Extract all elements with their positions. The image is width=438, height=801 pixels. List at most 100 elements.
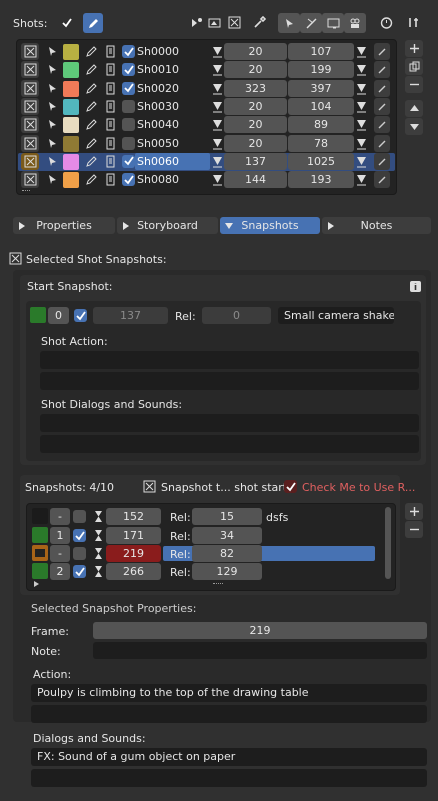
shot-name[interactable]: Sh0000	[137, 46, 207, 57]
storyboard-icon[interactable]	[101, 80, 119, 97]
camera-marker-swatch[interactable]	[32, 545, 48, 561]
shot-row[interactable]: Sh0050 20 78	[18, 134, 395, 153]
storyboard-icon[interactable]	[101, 135, 119, 152]
shot-color-swatch[interactable]	[63, 117, 79, 134]
remove-shot-button[interactable]	[405, 76, 423, 93]
info-icon[interactable]	[406, 278, 424, 295]
shot-end-field[interactable]: 397	[288, 79, 354, 97]
shot-enabled-checkbox[interactable]	[122, 118, 135, 132]
storyboard-icon[interactable]	[101, 43, 119, 60]
storyboard-icon[interactable]	[101, 171, 119, 188]
camera-icon[interactable]	[21, 134, 39, 152]
start-rel-field[interactable]: 0	[202, 307, 271, 324]
shot-start-field[interactable]: 20	[224, 61, 287, 79]
tools-icon[interactable]	[404, 14, 422, 31]
storyboard-icon[interactable]	[101, 98, 119, 115]
move-down-button[interactable]	[405, 118, 423, 135]
check-me-checkbox[interactable]	[284, 480, 297, 493]
video-camera-icon[interactable]	[344, 13, 366, 33]
cursor-icon[interactable]	[43, 153, 61, 170]
camera-icon[interactable]	[21, 116, 39, 134]
action-field[interactable]: Poulpy is climbing to the top of the dra…	[31, 684, 427, 702]
pencil-icon[interactable]	[82, 135, 100, 152]
shot-end-field[interactable]: 78	[288, 134, 354, 152]
snapshot-row[interactable]: 1 171 Rel: 34	[28, 527, 383, 545]
shot-end-field[interactable]: 193	[288, 171, 354, 189]
edit-shot-button[interactable]	[374, 97, 390, 115]
hourglass-icon[interactable]	[89, 527, 107, 544]
action-field-line2[interactable]	[31, 705, 427, 723]
shot-color-swatch[interactable]	[63, 172, 79, 189]
shot-start-field[interactable]: 144	[224, 171, 287, 189]
tab-snapshots[interactable]: Snapshots	[220, 217, 320, 234]
camera-icon[interactable]	[21, 97, 39, 115]
remove-snapshot-button[interactable]	[405, 521, 423, 538]
pencil-icon[interactable]	[82, 171, 100, 188]
shot-start-field[interactable]: 323	[224, 79, 287, 97]
pencil-icon[interactable]	[82, 116, 100, 133]
add-shot-button[interactable]	[405, 40, 423, 57]
camera-frame-icon[interactable]	[205, 14, 223, 31]
cursor-icon[interactable]	[43, 61, 61, 78]
shot-enabled-checkbox[interactable]	[122, 81, 135, 95]
snapshot-color-swatch[interactable]	[32, 508, 48, 524]
cursor-icon[interactable]	[43, 98, 61, 115]
snapshot-rel-field[interactable]: 82	[192, 545, 262, 562]
shot-color-swatch[interactable]	[63, 62, 79, 79]
snapshot-row[interactable]: - 152 Rel: 15 dsfs	[28, 508, 383, 526]
shot-name[interactable]: Sh0080	[137, 174, 207, 185]
shot-enabled-checkbox[interactable]	[122, 99, 135, 113]
storyboard-icon[interactable]	[101, 153, 119, 170]
shot-name[interactable]: Sh0060	[135, 152, 210, 170]
shot-name[interactable]: Sh0040	[137, 119, 207, 130]
snapshot-enabled-checkbox[interactable]	[73, 529, 86, 542]
pencil-icon[interactable]	[82, 61, 100, 78]
tab-notes[interactable]: Notes	[322, 217, 431, 234]
camera-icon[interactable]	[21, 152, 39, 170]
start-color-swatch[interactable]	[30, 307, 46, 323]
snapshot-enabled-checkbox[interactable]	[73, 565, 86, 578]
pencil-icon[interactable]	[82, 43, 100, 60]
snapshot-index-field[interactable]: 2	[50, 563, 70, 580]
cursor-icon[interactable]	[43, 171, 61, 188]
shot-row[interactable]: Sh0010 20 199	[18, 61, 395, 79]
hourglass-icon[interactable]	[89, 563, 107, 580]
shot-row[interactable]: Sh0060 137 1025	[18, 152, 395, 171]
shot-name[interactable]: Sh0030	[137, 101, 207, 112]
snapshot-color-swatch[interactable]	[32, 527, 48, 543]
camera-icon[interactable]	[21, 43, 39, 60]
camera-icon[interactable]	[21, 61, 39, 79]
snapshot-row[interactable]: 2 266 Rel: 129	[28, 563, 383, 581]
shot-enabled-checkbox[interactable]	[122, 63, 135, 77]
cursor-icon[interactable]	[43, 80, 61, 97]
dialogs-field-line2[interactable]	[31, 769, 427, 787]
list-resize-grip[interactable]	[22, 190, 30, 193]
end-frame-icon[interactable]	[352, 43, 370, 60]
dialogs-field[interactable]: FX: Sound of a gum object on paper	[31, 748, 427, 766]
shot-row[interactable]: Sh0040 20 89	[18, 116, 395, 134]
shot-start-field[interactable]: 20	[224, 97, 287, 115]
shot-enabled-checkbox[interactable]	[122, 45, 135, 58]
snapshot-rel-field[interactable]: 129	[192, 563, 262, 580]
shot-color-swatch[interactable]	[63, 44, 79, 60]
edit-shot-button[interactable]	[374, 79, 390, 97]
storyboard-icon[interactable]	[101, 116, 119, 133]
shot-color-swatch[interactable]	[63, 153, 79, 170]
shot-name[interactable]: Sh0010	[137, 64, 207, 75]
shot-start-field[interactable]: 137	[224, 152, 287, 170]
snapshot-frame-field[interactable]: 171	[106, 527, 161, 544]
snapshot-frame-field[interactable]: 266	[106, 563, 161, 580]
shot-start-field[interactable]: 20	[224, 134, 287, 152]
start-note-field[interactable]: Small camera shake	[278, 307, 394, 324]
shot-color-swatch[interactable]	[63, 80, 79, 97]
snapshot-frame-field[interactable]: 219	[106, 545, 161, 562]
edit-shot-button[interactable]	[374, 134, 390, 152]
frame-field[interactable]: 219	[93, 622, 427, 639]
pencil-icon[interactable]	[82, 153, 100, 170]
snapshots-grip[interactable]	[213, 583, 223, 586]
shot-action-line1[interactable]	[40, 351, 419, 369]
cursor-icon[interactable]	[278, 13, 300, 33]
snapshot-enabled-checkbox[interactable]	[73, 547, 86, 560]
snapshot-index-field[interactable]: -	[50, 508, 70, 525]
camera-icon[interactable]	[21, 171, 39, 189]
